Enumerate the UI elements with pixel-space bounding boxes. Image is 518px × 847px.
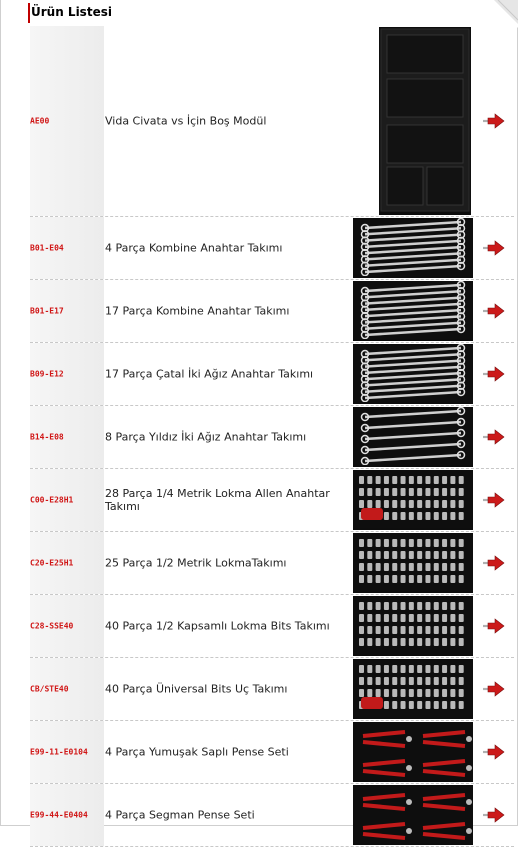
product-code[interactable]: C00-E28H1 — [30, 496, 73, 505]
product-code[interactable]: B09-E12 — [30, 370, 64, 379]
product-code-cell: B09-E12 — [30, 343, 104, 405]
detail-arrow-icon[interactable] — [482, 618, 506, 634]
product-row[interactable]: C00-E28H1 28 Parça 1/4 Metrik Lokma Allen… — [30, 469, 514, 532]
product-code-cell: C00-E28H1 — [30, 469, 104, 531]
socket-set-image-graphic — [353, 533, 473, 591]
product-code-cell: AE00 — [30, 26, 104, 216]
product-code-cell: B14-E08 — [30, 406, 104, 468]
detail-arrow-icon[interactable] — [482, 744, 506, 760]
detail-arrow-icon[interactable] — [482, 240, 506, 256]
pliers-set-image-graphic — [353, 722, 473, 780]
product-row[interactable]: C20-E25H1 25 Parça 1/2 Metrik LokmaTakımı — [30, 532, 514, 595]
product-name[interactable]: 17 Parça Çatal İki Ağız Anahtar Takımı — [105, 368, 355, 381]
panel-header: Ürün Listesi — [0, 0, 518, 28]
detail-arrow-icon[interactable] — [482, 555, 506, 571]
product-table: AE00 Vida Civata vs İçin Boş Modül B01-E04… — [30, 26, 514, 847]
socket-bits-set-image-graphic — [353, 596, 473, 654]
detail-arrow-icon[interactable] — [482, 366, 506, 382]
product-name[interactable]: 28 Parça 1/4 Metrik Lokma Allen Anahtar … — [105, 487, 355, 513]
product-code[interactable]: B01-E04 — [30, 244, 64, 253]
detail-arrow-icon[interactable] — [482, 303, 506, 319]
product-row[interactable]: B14-E08 8 Parça Yıldız İki Ağız Anahtar T… — [30, 406, 514, 469]
product-code[interactable]: CB/STE40 — [30, 685, 69, 694]
detail-arrow-icon[interactable] — [482, 681, 506, 697]
product-code[interactable]: B14-E08 — [30, 433, 64, 442]
product-code-cell: B01-E17 — [30, 280, 104, 342]
empty-module-tray-image[interactable] — [379, 27, 471, 215]
product-code-cell: CB/STE40 — [30, 658, 104, 720]
detail-arrow-icon[interactable] — [482, 807, 506, 823]
socket-allen-set-image-graphic — [353, 470, 473, 528]
combination-wrench-set-image[interactable] — [353, 280, 473, 341]
product-name[interactable]: Vida Civata vs İçin Boş Modül — [105, 115, 355, 128]
ring-wrench-set-image[interactable] — [353, 406, 473, 467]
product-code-cell: C20-E25H1 — [30, 532, 104, 594]
ring-wrench-set-image-graphic — [353, 406, 473, 466]
socket-allen-set-image[interactable] — [353, 470, 473, 530]
product-name[interactable]: 4 Parça Yumuşak Saplı Pense Seti — [105, 746, 355, 759]
product-code[interactable]: E99-44-E0404 — [30, 811, 88, 820]
product-row[interactable]: C28-SSE40 40 Parça 1/2 Kapsamlı Lokma Bit… — [30, 595, 514, 658]
combination-wrench-set-image[interactable] — [353, 217, 473, 278]
product-name[interactable]: 25 Parça 1/2 Metrik LokmaTakımı — [105, 557, 355, 570]
product-row[interactable]: E99-44-E0404 4 Parça Segman Pense Seti — [30, 784, 514, 847]
product-code[interactable]: C28-SSE40 — [30, 622, 73, 631]
socket-bits-set-image[interactable] — [353, 596, 473, 656]
product-code[interactable]: B01-E17 — [30, 307, 64, 316]
product-code[interactable]: E99-11-E0104 — [30, 748, 88, 757]
pliers-set-image[interactable] — [353, 722, 473, 782]
open-end-wrench-set-image-graphic — [353, 343, 473, 403]
product-row[interactable]: B09-E12 17 Parça Çatal İki Ağız Anahtar T… — [30, 343, 514, 406]
detail-arrow-icon[interactable] — [482, 429, 506, 445]
combination-wrench-set-image-graphic — [353, 280, 473, 340]
product-row[interactable]: CB/STE40 40 Parça Üniversal Bits Uç Takım… — [30, 658, 514, 721]
product-code-cell: B01-E04 — [30, 217, 104, 279]
product-name[interactable]: 4 Parça Segman Pense Seti — [105, 809, 355, 822]
empty-module-tray-image-graphic — [379, 27, 471, 213]
page-curl-icon — [490, 0, 518, 28]
product-row[interactable]: B01-E17 17 Parça Kombine Anahtar Takımı — [30, 280, 514, 343]
bits-set-image-graphic — [353, 659, 473, 717]
product-name[interactable]: 8 Parça Yıldız İki Ağız Anahtar Takımı — [105, 431, 355, 444]
product-code-cell: C28-SSE40 — [30, 595, 104, 657]
product-code-cell: E99-44-E0404 — [30, 784, 104, 846]
header-accent-bar — [28, 3, 30, 23]
bits-set-image[interactable] — [353, 659, 473, 719]
product-name[interactable]: 4 Parça Kombine Anahtar Takımı — [105, 242, 355, 255]
socket-set-image[interactable] — [353, 533, 473, 593]
combination-wrench-set-image-graphic — [353, 217, 473, 277]
product-name[interactable]: 40 Parça 1/2 Kapsamlı Lokma Bits Takımı — [105, 620, 355, 633]
product-row[interactable]: AE00 Vida Civata vs İçin Boş Modül — [30, 26, 514, 217]
detail-arrow-icon[interactable] — [482, 492, 506, 508]
circlip-pliers-set-image[interactable] — [353, 785, 473, 845]
product-name[interactable]: 17 Parça Kombine Anahtar Takımı — [105, 305, 355, 318]
product-code-cell: E99-11-E0104 — [30, 721, 104, 783]
open-end-wrench-set-image[interactable] — [353, 343, 473, 404]
product-code[interactable]: C20-E25H1 — [30, 559, 73, 568]
product-code[interactable]: AE00 — [30, 117, 49, 126]
product-name[interactable]: 40 Parça Üniversal Bits Uç Takımı — [105, 683, 355, 696]
page-title: Ürün Listesi — [31, 5, 112, 19]
detail-arrow-icon[interactable] — [482, 113, 506, 129]
circlip-pliers-set-image-graphic — [353, 785, 473, 843]
product-row[interactable]: E99-11-E0104 4 Parça Yumuşak Saplı Pense … — [30, 721, 514, 784]
product-row[interactable]: B01-E04 4 Parça Kombine Anahtar Takımı — [30, 217, 514, 280]
